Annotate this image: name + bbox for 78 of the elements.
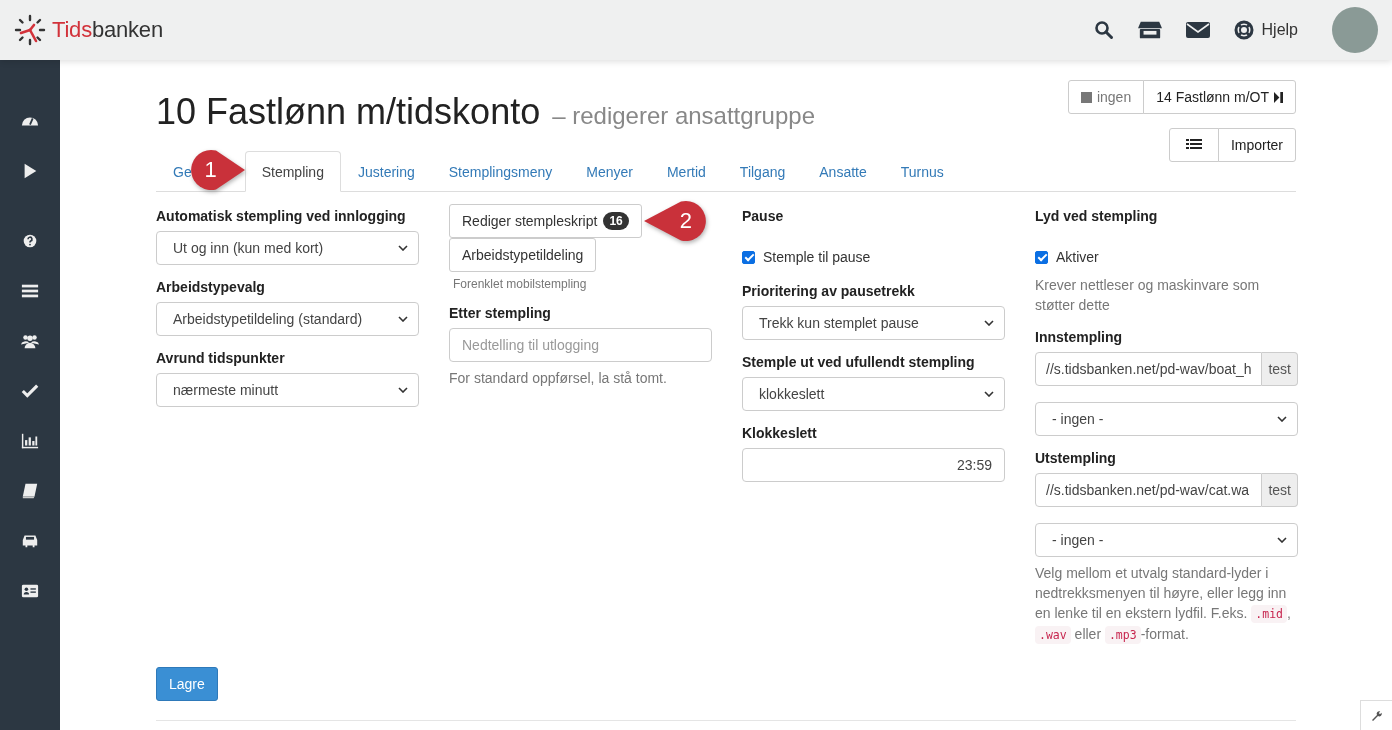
tab[interactable]: Stempling <box>244 151 341 192</box>
import-button[interactable]: Importer <box>1217 128 1296 162</box>
logo[interactable]: Tidsbanken <box>14 14 163 46</box>
help-icon[interactable] <box>21 232 39 250</box>
callout-marker: 1 <box>190 149 245 191</box>
help-text: Velg mellom et utvalg standard-lyder i nedtrekksmenyen til høyre, eller legg inn en lenke til en ekstern lydfil. F.eks. .mid , .wav eller .mp3 -format. <box>1035 564 1292 645</box>
field-label: Pause <box>742 208 785 224</box>
field-label: Klokkeslett <box>742 425 818 441</box>
dropdown[interactable]: Arbeidstypetildeling (standard) <box>156 302 419 336</box>
users-icon[interactable] <box>21 332 39 350</box>
tab[interactable]: Stemplingsmeny <box>431 151 570 192</box>
field-label: Etter stempling <box>449 305 552 321</box>
helper-text: Forenklet mobilstempling <box>453 277 588 291</box>
tab[interactable]: Turnus <box>883 151 961 192</box>
help-link[interactable]: Hjelp <box>1233 20 1298 40</box>
dropdown[interactable]: Ut og inn (kun med kort) <box>156 231 419 265</box>
brand-name: Tidsbanken <box>52 17 163 43</box>
tab[interactable]: Ansatte <box>802 151 884 192</box>
checkbox[interactable] <box>742 250 755 264</box>
previous-group-button[interactable]: ingen <box>1067 80 1145 114</box>
id-card-icon[interactable] <box>21 582 39 600</box>
chevron-icon <box>984 320 994 326</box>
field-label: Lyd ved stempling <box>1035 208 1159 224</box>
tab[interactable]: Mertid <box>649 151 723 192</box>
checkbox-label[interactable]: Aktiver <box>1035 249 1298 265</box>
chevron-icon <box>984 391 994 397</box>
field-label: Stemple ut ved ufullendt stempling <box>742 354 976 370</box>
test-button[interactable]: test <box>1262 473 1298 507</box>
tab[interactable]: Tilgang <box>722 151 803 192</box>
field-label: Prioritering av pausetrekk <box>742 283 916 299</box>
clock-logo-icon <box>14 14 46 46</box>
book-icon[interactable] <box>21 482 39 500</box>
wrench-button[interactable] <box>1360 700 1392 730</box>
envelope-icon[interactable] <box>1185 20 1210 40</box>
store-icon[interactable] <box>1137 20 1162 40</box>
dropdown[interactable]: klokkeslett <box>742 377 1005 411</box>
list-icon <box>1185 138 1202 152</box>
action-button[interactable]: Arbeidstypetildeling <box>449 238 597 272</box>
tab[interactable]: Justering <box>340 151 432 192</box>
dropdown[interactable]: - ingen - <box>1035 402 1298 436</box>
chevron-icon <box>1277 537 1287 543</box>
dropdown[interactable]: nærmeste minutt <box>156 373 419 407</box>
checkbox-label[interactable]: Stemple til pause <box>742 249 1005 265</box>
chevron-icon <box>1277 416 1287 422</box>
tab[interactable]: Ge <box>156 151 193 192</box>
chevron-icon <box>398 316 408 322</box>
check-icon[interactable] <box>21 382 39 400</box>
skip-forward-icon <box>1274 91 1283 103</box>
chevron-icon <box>398 387 408 393</box>
page-subtitle: – redigerer ansattgruppe <box>552 102 815 130</box>
list-button[interactable] <box>1168 128 1219 162</box>
action-button[interactable]: Rediger stempleskript 16 <box>449 204 642 238</box>
help-text: Krever nettleser og maskinvare som støtter dette <box>1035 276 1261 315</box>
list-icon[interactable] <box>21 282 39 300</box>
callout-marker: 2 <box>643 200 706 242</box>
count-badge: 16 <box>603 212 629 230</box>
next-group-button[interactable]: 14 Fastlønn m/OT <box>1143 80 1296 114</box>
url-field[interactable]: //s.tidsbanken.net/pd-wav/cat.wa <box>1035 473 1263 507</box>
dropdown[interactable]: Trekk kun stemplet pause <box>742 306 1005 340</box>
field-label: Avrund tidspunkter <box>156 350 286 366</box>
bar-chart-icon[interactable] <box>21 432 39 450</box>
search-icon[interactable] <box>1093 20 1114 40</box>
field-label: Arbeidstypevalg <box>156 279 266 295</box>
tab[interactable]: Menyer <box>569 151 650 192</box>
url-field[interactable]: //s.tidsbanken.net/pd-wav/boat_h <box>1035 352 1263 386</box>
lifebuoy-icon <box>1233 20 1254 40</box>
field-label: Utstempling <box>1035 450 1117 466</box>
field-label: Innstempling <box>1035 329 1124 345</box>
field-label: Automatisk stempling ved innlogging <box>156 208 407 224</box>
checkbox[interactable] <box>1035 250 1048 264</box>
avatar[interactable] <box>1332 7 1378 53</box>
time-field[interactable]: 23:59 <box>742 448 1005 482</box>
page-title: 10 Fastlønn m/tidskonto <box>156 91 541 133</box>
chevron-icon <box>398 245 408 251</box>
dropdown[interactable]: - ingen - <box>1035 523 1298 557</box>
test-button[interactable]: test <box>1262 352 1298 386</box>
wrench-icon <box>1370 709 1383 722</box>
help-text: For standard oppførsel, la stå tomt. <box>449 369 668 388</box>
